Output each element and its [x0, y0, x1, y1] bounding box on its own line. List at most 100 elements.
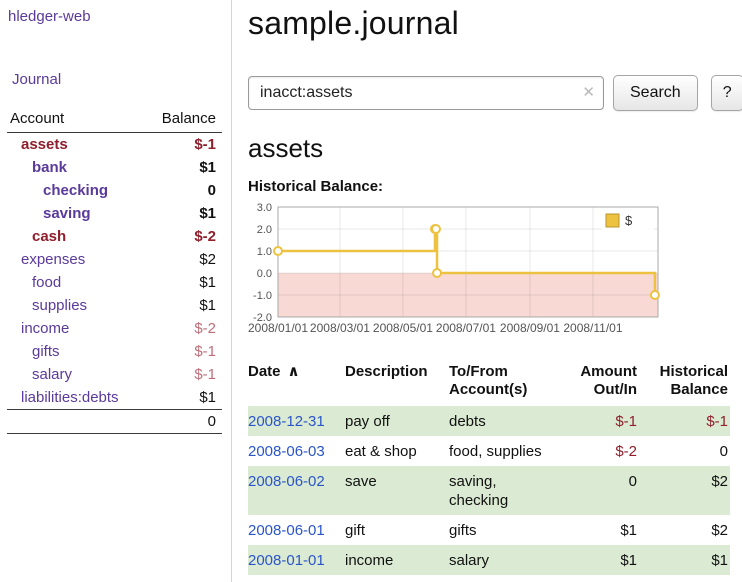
register-table: Date∧ Description To/From Account(s) Amo…: [248, 361, 730, 575]
account-link[interactable]: supplies: [32, 297, 87, 314]
help-button[interactable]: ?: [711, 75, 742, 111]
accounts-total-spacer: [7, 410, 144, 434]
account-link[interactable]: bank: [32, 159, 67, 176]
account-row: food $1: [7, 271, 222, 294]
transaction-accounts: gifts: [449, 515, 567, 545]
account-balance: $1: [144, 271, 222, 294]
register-header-accounts: To/From Account(s): [449, 361, 567, 406]
transaction-date: 2008-06-02: [248, 466, 345, 515]
account-balance: $-1: [144, 363, 222, 386]
accounts-header-balance: Balance: [144, 108, 222, 133]
historical-balance-chart: $3.02.01.00.0-1.0-2.02008/01/012008/03/0…: [248, 201, 662, 341]
account-row: saving $1: [7, 202, 222, 225]
account-row: assets $-1: [7, 133, 222, 157]
transaction-row: 2008-06-01giftgifts$1$2: [248, 515, 730, 545]
transaction-accounts: saving, checking: [449, 466, 567, 515]
account-link[interactable]: income: [21, 320, 69, 337]
transaction-balance: $1: [639, 545, 730, 575]
account-row: cash $-2: [7, 225, 222, 248]
search-input[interactable]: [248, 76, 604, 110]
account-balance: $-1: [144, 340, 222, 363]
account-link[interactable]: checking: [43, 182, 108, 199]
transaction-balance: $2: [639, 515, 730, 545]
transaction-description: save: [345, 466, 449, 515]
register-header-date[interactable]: Date ∧: [248, 361, 345, 406]
account-link[interactable]: expenses: [21, 251, 85, 268]
account-link[interactable]: food: [32, 274, 61, 291]
transaction-date-link[interactable]: 2008-06-02: [248, 473, 325, 490]
account-row: liabilities:debts $1: [7, 386, 222, 410]
data-point-marker: [432, 225, 440, 233]
transaction-amount: $-1: [567, 406, 639, 436]
account-balance: 0: [144, 179, 222, 202]
sidebar-item-journal[interactable]: Journal: [12, 71, 61, 88]
y-axis-tick-label: 1.0: [257, 246, 272, 258]
transaction-description: pay off: [345, 406, 449, 436]
account-balance: $-2: [144, 225, 222, 248]
transaction-amount: $-2: [567, 436, 639, 466]
account-balance: $-1: [144, 133, 222, 157]
account-row: supplies $1: [7, 294, 222, 317]
transaction-balance: $-1: [639, 406, 730, 436]
account-balance: $2: [144, 248, 222, 271]
register-table-body: 2008-12-31pay offdebts$-1$-12008-06-03ea…: [248, 406, 730, 575]
transaction-date: 2008-06-01: [248, 515, 345, 545]
transaction-date: 2008-06-03: [248, 436, 345, 466]
account-row: expenses $2: [7, 248, 222, 271]
accounts-total-balance: 0: [144, 410, 222, 434]
accounts-header-account: Account: [7, 108, 144, 133]
transaction-date-link[interactable]: 2008-06-01: [248, 522, 325, 539]
y-axis-tick-label: 3.0: [257, 202, 272, 214]
transaction-date-link[interactable]: 2008-06-03: [248, 443, 325, 460]
legend-label: $: [625, 213, 633, 228]
y-axis-tick-label: -1.0: [253, 290, 272, 302]
account-link[interactable]: assets: [21, 136, 68, 153]
main-content: sample.journal ✕ Search ? assets Histori…: [232, 0, 742, 582]
register-header-balance: Historical Balance: [639, 361, 730, 406]
account-row: salary $-1: [7, 363, 222, 386]
x-axis-tick-label: 2008/03/01: [310, 321, 370, 335]
x-axis-tick-label: 2008/01/01: [248, 321, 308, 335]
transaction-row: 2008-06-03eat & shopfood, supplies$-20: [248, 436, 730, 466]
transaction-amount: $1: [567, 545, 639, 575]
sidebar-nav: Journal: [0, 71, 231, 88]
account-link[interactable]: gifts: [32, 343, 60, 360]
transaction-date: 2008-01-01: [248, 545, 345, 575]
transaction-date-link[interactable]: 2008-01-01: [248, 552, 325, 569]
search-button[interactable]: Search: [613, 75, 698, 111]
transaction-row: 2008-01-01incomesalary$1$1: [248, 545, 730, 575]
sidebar: hledger-web Journal Account Balance asse…: [0, 0, 232, 582]
account-row: bank$1: [7, 156, 222, 179]
account-row: gifts $-1: [7, 340, 222, 363]
transaction-description: eat & shop: [345, 436, 449, 466]
transaction-description: income: [345, 545, 449, 575]
clear-search-icon[interactable]: ✕: [582, 84, 595, 102]
account-link[interactable]: cash: [32, 228, 66, 245]
sort-ascending-icon: ∧: [288, 363, 300, 380]
page-title: sample.journal: [248, 0, 742, 42]
transaction-description: gift: [345, 515, 449, 545]
account-balance: $1: [144, 294, 222, 317]
register-header-date-label: Date: [248, 363, 281, 380]
accounts-table: Account Balance assets$-1bank$1checking0…: [7, 108, 222, 434]
account-link[interactable]: saving: [43, 205, 91, 222]
accounts-header-row: Account Balance: [7, 108, 222, 133]
data-point-marker: [651, 291, 659, 299]
account-balance: $1: [144, 202, 222, 225]
transaction-row: 2008-12-31pay offdebts$-1$-1: [248, 406, 730, 436]
transaction-accounts: salary: [449, 545, 567, 575]
app-title: hledger-web: [0, 8, 231, 25]
x-axis-tick-label: 2008/11/01: [563, 321, 622, 335]
account-row: income$-2: [7, 317, 222, 340]
hledger-web-app: hledger-web Journal Account Balance asse…: [0, 0, 742, 582]
account-heading: assets: [248, 133, 742, 164]
app-title-link[interactable]: hledger-web: [8, 8, 91, 25]
search-bar: ✕ Search ?: [248, 75, 742, 111]
transaction-accounts: food, supplies: [449, 436, 567, 466]
account-link[interactable]: salary: [32, 366, 72, 383]
account-balance: $1: [144, 386, 222, 410]
account-link[interactable]: liabilities:debts: [21, 389, 119, 406]
data-point-marker: [274, 247, 282, 255]
transaction-row: 2008-06-02savesaving, checking0$2: [248, 466, 730, 515]
transaction-date-link[interactable]: 2008-12-31: [248, 413, 325, 430]
